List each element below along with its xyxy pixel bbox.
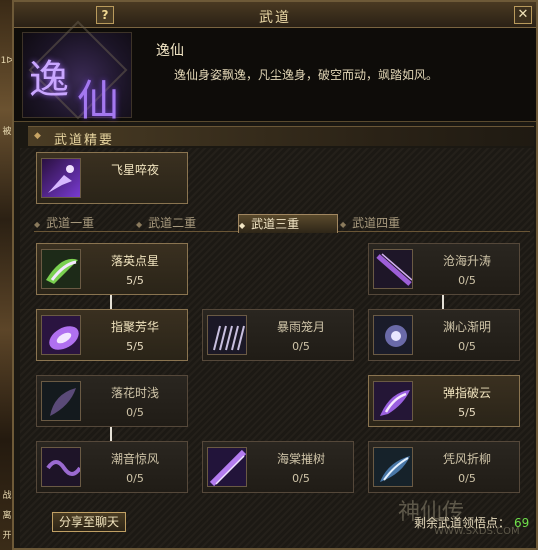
cloud-breaking-flick-icon bbox=[373, 381, 413, 421]
skill-name: 海棠摧树 bbox=[276, 452, 325, 466]
rising-tide-icon bbox=[373, 249, 413, 289]
skill-level: 0/5 bbox=[458, 472, 476, 485]
skill-name: 渊心渐明 bbox=[442, 320, 491, 334]
rain-cage-moon-icon bbox=[207, 315, 247, 355]
skill-connector bbox=[110, 295, 112, 309]
flying-star-skill-icon bbox=[41, 158, 81, 198]
tab-tier-1[interactable]: ◆ 武道一重 bbox=[34, 214, 134, 232]
skill-level: 0/5 bbox=[458, 274, 476, 287]
tab-label: 武道三重 bbox=[251, 217, 300, 231]
tier-tabs: ◆ 武道一重 ◆ 武道二重 ◆ 武道三重 ◆ 武道四重 bbox=[34, 214, 530, 233]
tidal-sound-icon bbox=[41, 447, 81, 487]
remaining-points: 剩余武道领悟点： 69 bbox=[414, 514, 529, 531]
close-button[interactable]: ✕ bbox=[514, 6, 532, 24]
emblem-char: 逸 bbox=[29, 57, 69, 103]
diamond-icon: ◆ bbox=[34, 220, 41, 229]
emblem-char: 仙 bbox=[77, 76, 120, 125]
tab-tier-2[interactable]: ◆ 武道二重 bbox=[136, 214, 236, 232]
skill-card[interactable]: 海棠摧树 0/5 bbox=[202, 441, 354, 493]
tab-label: 武道二重 bbox=[148, 216, 197, 230]
skill-level: 0/5 bbox=[292, 340, 310, 353]
skill-level: 5/5 bbox=[126, 340, 144, 353]
skill-card[interactable]: 潮音惊风 0/5 bbox=[36, 441, 188, 493]
skill-level: 0/5 bbox=[458, 340, 476, 353]
abyss-heart-icon bbox=[373, 315, 413, 355]
skill-level: 5/5 bbox=[126, 274, 144, 287]
skill-connector bbox=[110, 427, 112, 441]
skill-level: 0/5 bbox=[126, 406, 144, 419]
skill-name: 暴雨笼月 bbox=[276, 320, 325, 334]
fading-petal-icon bbox=[41, 381, 81, 421]
section-header: ◆ 武道精要 bbox=[28, 126, 534, 148]
skill-card[interactable]: 渊心渐明 0/5 bbox=[368, 309, 520, 361]
martial-dao-window: ? 武道 ✕ 逸 仙 逸仙 逸仙身姿飘逸，凡尘逸身，破空而动，飒踏如风。 ◆ 武… bbox=[12, 0, 538, 550]
skill-name: 潮音惊风 bbox=[110, 452, 159, 466]
falling-flower-star-icon bbox=[41, 249, 81, 289]
remaining-points-label: 剩余武道领悟点： bbox=[414, 516, 511, 530]
skill-card[interactable]: 暴雨笼月 0/5 bbox=[202, 309, 354, 361]
tab-tier-3[interactable]: ◆ 武道三重 bbox=[238, 214, 338, 233]
remaining-points-value: 69 bbox=[514, 516, 530, 530]
share-to-chat-button[interactable]: 分享至聊天 bbox=[52, 512, 126, 532]
diamond-icon: ◆ bbox=[136, 220, 143, 229]
class-emblem: 逸 仙 bbox=[22, 20, 132, 125]
skill-level: 0/5 bbox=[292, 472, 310, 485]
class-name: 逸仙 bbox=[156, 43, 184, 59]
wind-willow-icon bbox=[373, 447, 413, 487]
class-header: 逸 仙 逸仙 逸仙身姿飘逸，凡尘逸身，破空而动，飒踏如风。 bbox=[14, 20, 536, 125]
skill-name: 落英点星 bbox=[110, 254, 159, 268]
skill-level: 0/5 bbox=[126, 472, 144, 485]
skill-name: 飞星啐夜 bbox=[110, 163, 159, 177]
diamond-icon: ◆ bbox=[239, 221, 246, 230]
tab-label: 武道四重 bbox=[352, 216, 401, 230]
skill-card[interactable]: 指聚芳华 5/5 bbox=[36, 309, 188, 361]
skill-card[interactable]: 弹指破云 5/5 bbox=[368, 375, 520, 427]
diamond-icon: ◆ bbox=[340, 220, 347, 229]
diamond-icon: ◆ bbox=[34, 131, 41, 141]
skill-card[interactable]: 沧海升涛 0/5 bbox=[368, 243, 520, 295]
window-title: 武道 bbox=[259, 10, 291, 26]
skill-name: 沧海升涛 bbox=[442, 254, 491, 268]
essence-skill-card[interactable]: 飞星啐夜 bbox=[36, 152, 188, 204]
skill-name: 凭风折柳 bbox=[442, 452, 491, 466]
skill-level: 5/5 bbox=[458, 406, 476, 419]
skill-card[interactable]: 落花时浅 0/5 bbox=[36, 375, 188, 427]
section-title: 武道精要 bbox=[54, 133, 115, 148]
tab-tier-4[interactable]: ◆ 武道四重 bbox=[340, 214, 440, 232]
skill-name: 弹指破云 bbox=[442, 386, 491, 400]
skill-connector bbox=[442, 295, 444, 309]
skill-name: 指聚芳华 bbox=[110, 320, 159, 334]
tab-label: 武道一重 bbox=[46, 216, 95, 230]
title-bar[interactable]: ? 武道 ✕ bbox=[14, 2, 536, 28]
gathering-blossom-icon bbox=[41, 315, 81, 355]
skill-card[interactable]: 落英点星 5/5 bbox=[36, 243, 188, 295]
class-description: 逸仙身姿飘逸，凡尘逸身，破空而动，飒踏如风。 bbox=[174, 68, 439, 82]
skill-card[interactable]: 凭风折柳 0/5 bbox=[368, 441, 520, 493]
skill-name: 落花时浅 bbox=[110, 386, 159, 400]
begonia-strike-icon bbox=[207, 447, 247, 487]
